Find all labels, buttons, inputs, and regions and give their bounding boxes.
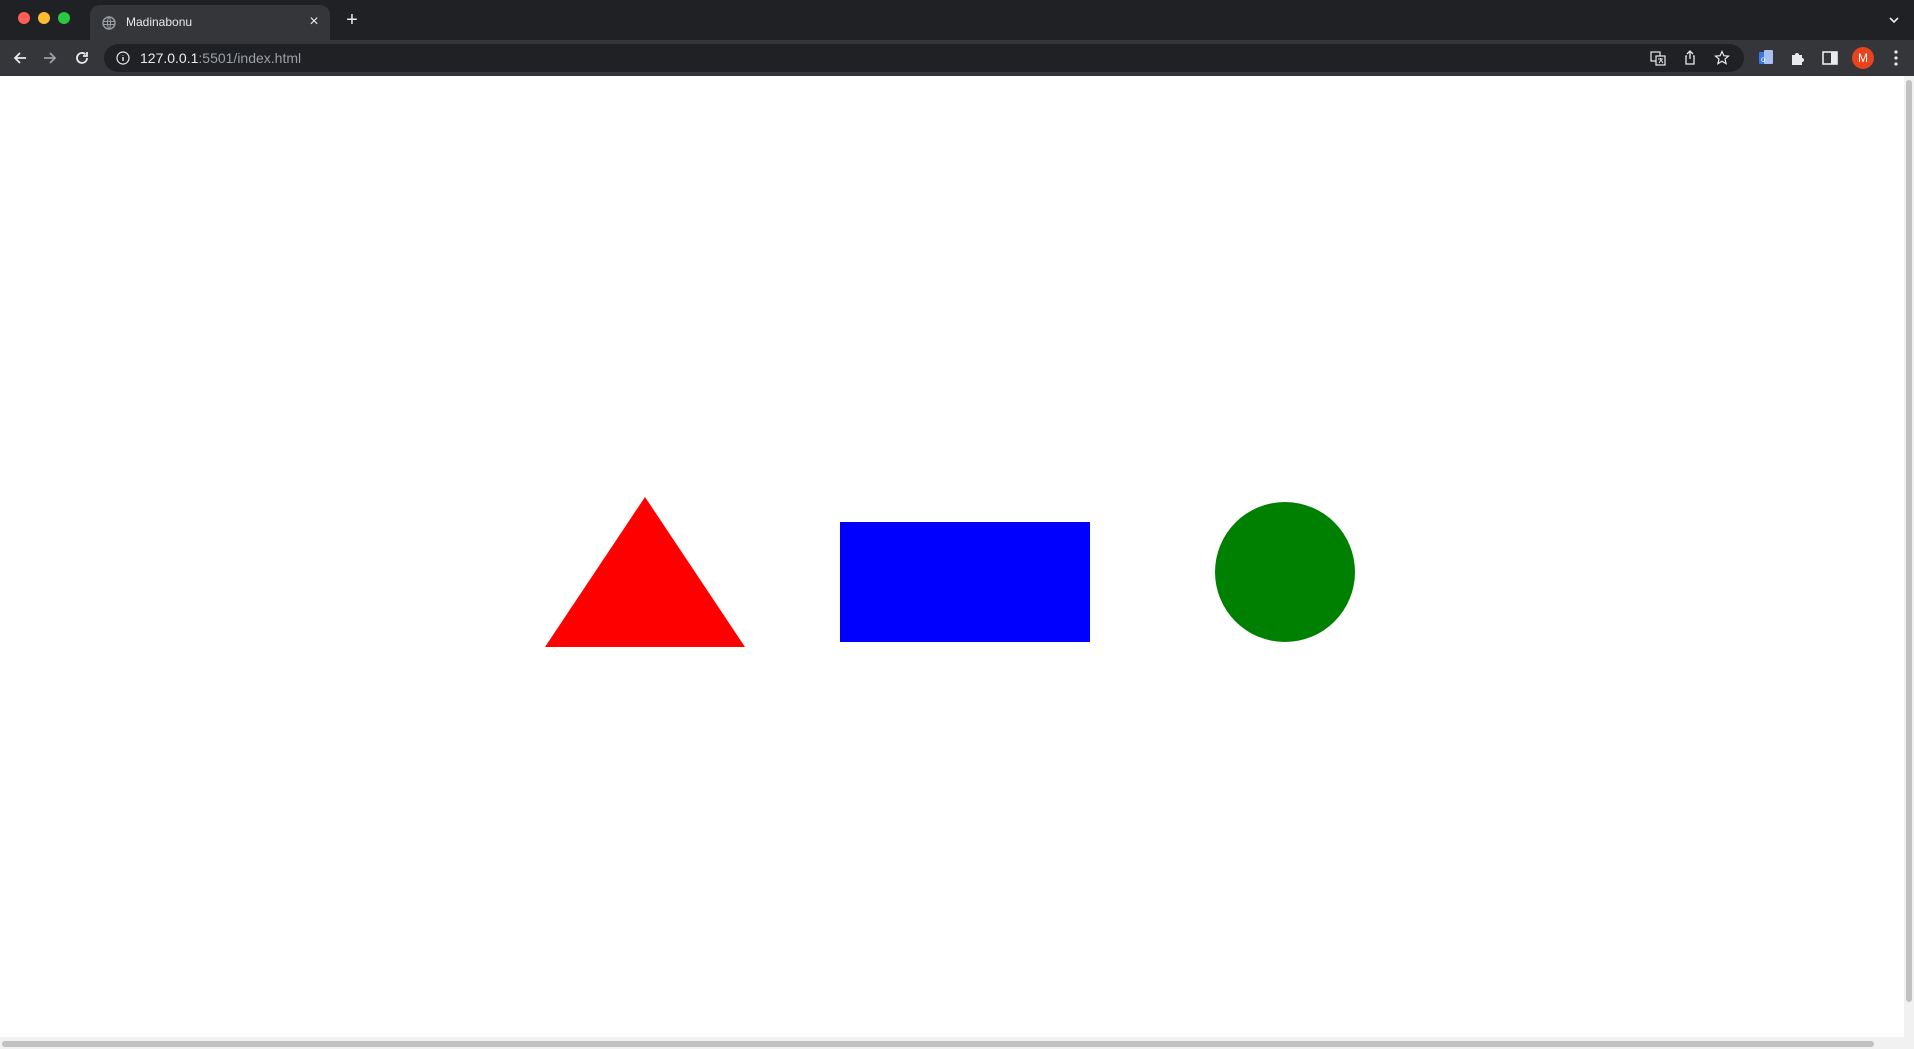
window-close-button[interactable] [18,12,30,24]
horizontal-scroll-thumb[interactable] [2,1041,1874,1047]
info-icon[interactable] [116,51,130,65]
vertical-scrollbar[interactable] [1904,76,1914,1037]
url-text[interactable]: 127.0.0.1:5501/index.html [140,50,301,66]
puzzle-icon[interactable] [1788,48,1808,68]
window-maximize-button[interactable] [58,12,70,24]
side-panel-icon[interactable] [1820,48,1840,68]
extension-icon[interactable]: o [1756,48,1776,68]
blue-rectangle [840,522,1090,642]
share-icon[interactable] [1682,50,1698,66]
tab-strip: Madinabonu × + [0,0,1914,40]
green-circle [1215,502,1355,642]
more-menu-icon[interactable] [1886,48,1906,68]
globe-icon [102,16,116,30]
vertical-scroll-thumb[interactable] [1906,80,1912,1002]
profile-avatar[interactable]: M [1852,47,1874,69]
star-icon[interactable] [1714,50,1730,66]
tab-title: Madinabonu [126,15,193,29]
active-tab[interactable]: Madinabonu × [90,5,330,40]
browser-toolbar: 127.0.0.1:5501/index.html o M [0,40,1914,76]
page-viewport [0,76,1904,1037]
new-tab-button[interactable]: + [342,10,362,30]
svg-text:o: o [1761,55,1766,64]
address-bar[interactable]: 127.0.0.1:5501/index.html [104,44,1744,72]
url-host: 127.0.0.1 [140,50,199,66]
tab-close-icon[interactable]: × [306,14,322,30]
horizontal-scrollbar[interactable] [0,1037,1914,1049]
tab-search-icon[interactable] [1886,12,1902,28]
back-icon[interactable] [10,48,30,68]
window-minimize-button[interactable] [38,12,50,24]
url-path: :5501/index.html [198,50,302,66]
forward-icon[interactable] [40,48,60,68]
reload-icon[interactable] [72,48,92,68]
translate-icon[interactable] [1650,50,1666,66]
browser-window: Madinabonu × + 127.0.0.1:5501/index.html [0,0,1914,1049]
red-triangle [545,497,745,647]
